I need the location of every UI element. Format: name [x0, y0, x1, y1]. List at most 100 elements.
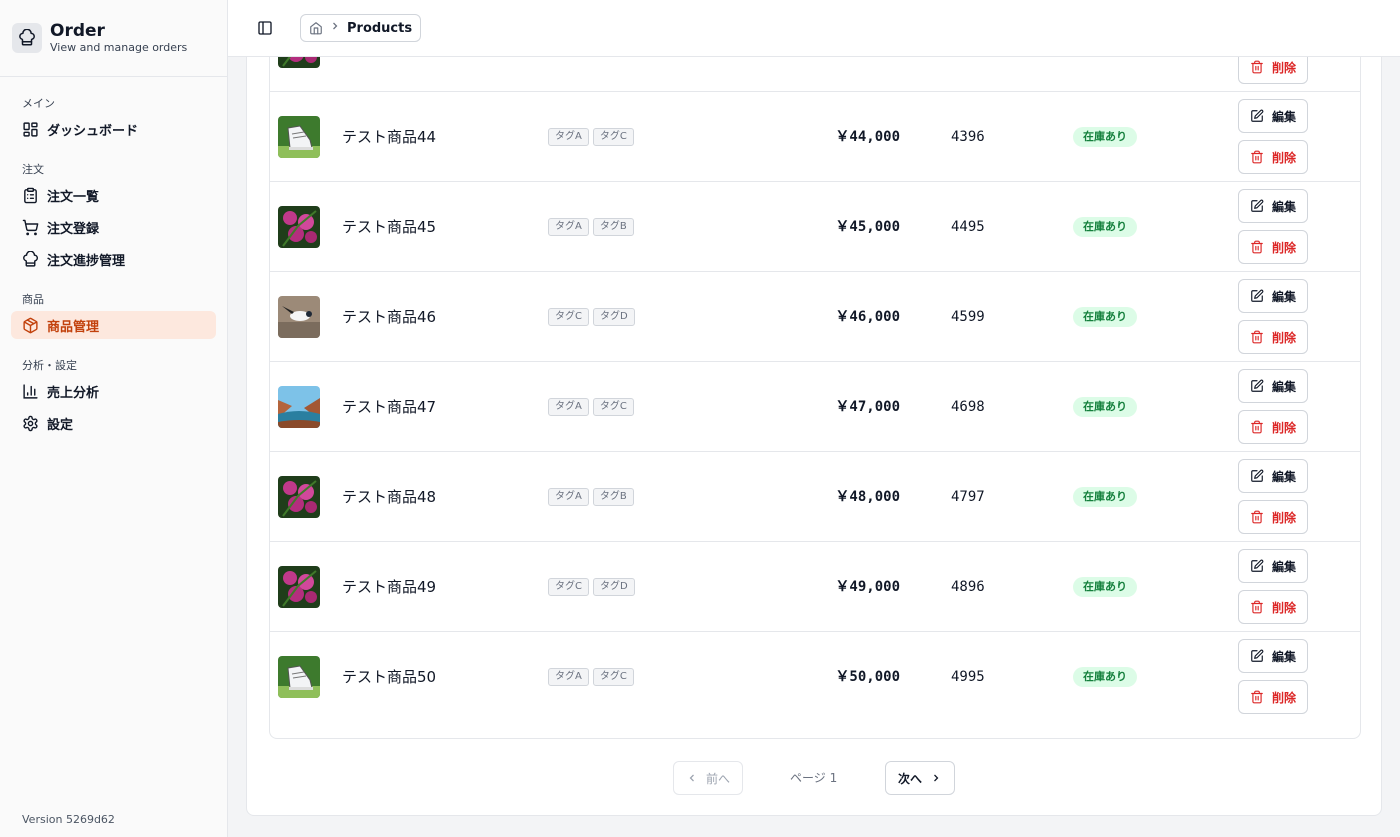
sidebar-item-sales-analysis[interactable]: 売上分析 [11, 377, 216, 405]
edit-icon [1251, 199, 1264, 212]
nav-group-main: メイン ダッシュボード [11, 95, 216, 143]
sidebar-item-order-register[interactable]: 注文登録 [11, 213, 216, 241]
edit-icon [1251, 109, 1264, 122]
product-stock: 4599 [951, 309, 985, 325]
product-thumbnail [278, 476, 320, 518]
sidebar-item-label: 商品管理 [47, 319, 100, 335]
delete-label: 削除 [1271, 60, 1296, 75]
tag-badge: タグC [592, 668, 634, 686]
product-thumbnail [278, 566, 320, 608]
delete-button[interactable]: 削除 [1238, 590, 1308, 624]
trash-icon [1251, 330, 1263, 344]
tag-badge: タグC [592, 128, 634, 146]
bar-chart-icon [23, 383, 38, 399]
edit-label: 編集 [1271, 199, 1296, 214]
breadcrumb-current: Products [347, 20, 413, 36]
sidebar-item-product-management[interactable]: 商品管理 [11, 311, 216, 339]
delete-label: 削除 [1271, 510, 1296, 525]
sidebar-item-settings[interactable]: 設定 [11, 409, 216, 437]
sidebar: Order View and manage orders メイン ダッシュボード… [0, 0, 228, 837]
product-price: ￥47,000 [835, 399, 900, 415]
page-indicator: ページ 1 [790, 771, 838, 785]
delete-button[interactable]: 削除 [1238, 500, 1308, 534]
chef-hat-icon [23, 250, 38, 267]
next-page-button[interactable]: 次へ [885, 761, 955, 795]
trash-icon [1251, 510, 1263, 524]
delete-label: 削除 [1271, 240, 1296, 255]
edit-button[interactable]: 編集 [1238, 279, 1308, 313]
delete-button[interactable]: 削除 [1238, 680, 1308, 714]
status-badge: 在庫あり [1073, 217, 1137, 237]
delete-label: 削除 [1271, 330, 1296, 345]
delete-label: 削除 [1271, 600, 1296, 615]
edit-button[interactable]: 編集 [1238, 369, 1308, 403]
gear-icon [23, 415, 38, 431]
home-icon[interactable] [309, 21, 323, 35]
table-row: テスト商品48 タグA タグB ￥48,000 4797 在庫あり 編集 削除 [270, 452, 1360, 542]
delete-button[interactable]: 削除 [1238, 320, 1308, 354]
product-price: ￥49,000 [835, 579, 900, 595]
product-tags: タグA タグC [548, 128, 634, 146]
delete-button[interactable]: 削除 [1238, 410, 1308, 444]
product-price: ￥45,000 [835, 219, 900, 235]
cart-icon [22, 219, 39, 235]
tag-badge: タグB [592, 488, 634, 506]
edit-button[interactable]: 編集 [1238, 549, 1308, 583]
chevron-left-icon [689, 774, 694, 782]
trash-icon [1251, 240, 1263, 254]
sidebar-item-dashboard[interactable]: ダッシュボード [11, 115, 216, 143]
sidebar-item-label: 売上分析 [47, 385, 100, 401]
edit-button[interactable]: 編集 [1238, 639, 1308, 673]
panel-left-icon [258, 21, 272, 35]
product-tags: タグA タグC [548, 668, 634, 686]
nav-group-label: メイン [22, 97, 55, 110]
product-thumbnail [278, 386, 320, 428]
product-stock: 4698 [951, 399, 985, 415]
nav-group-products: 商品 商品管理 [11, 291, 216, 339]
tag-badge: タグA [548, 488, 589, 506]
sidebar-nav: メイン ダッシュボード 注文 注文一覧 注文登録 注文進捗管理 商品 商品管理 … [0, 95, 227, 437]
products-table: テスト商品43タグCタグD￥43,0004297在庫あり編集削除テスト商品44タ… [269, 18, 1361, 739]
product-stock: 4396 [951, 129, 985, 145]
chevron-right-icon [934, 774, 939, 782]
breadcrumb: Products [300, 14, 422, 42]
tag-badge: タグA [548, 128, 589, 146]
product-name: テスト商品44 [342, 128, 437, 146]
edit-button[interactable]: 編集 [1238, 99, 1308, 133]
delete-button[interactable]: 削除 [1238, 140, 1308, 174]
brand[interactable]: Order View and manage orders [0, 0, 227, 77]
table-row: テスト商品49 タグC タグD ￥49,000 4896 在庫あり 編集 削除 [270, 542, 1360, 632]
tag-badge: タグA [548, 668, 589, 686]
tag-badge: タグB [592, 218, 634, 236]
top-header: Products [228, 0, 1400, 57]
product-price: ￥48,000 [835, 489, 900, 505]
edit-icon [1251, 559, 1264, 572]
sidebar-item-order-list[interactable]: 注文一覧 [11, 181, 216, 209]
tag-badge: タグC [592, 398, 634, 416]
product-tags: タグA タグB [548, 488, 634, 506]
edit-label: 編集 [1271, 649, 1296, 664]
sidebar-item-label: 設定 [47, 417, 74, 433]
nav-group-analytics: 分析・設定 売上分析 設定 [11, 357, 216, 437]
chevron-right-icon [329, 20, 341, 36]
delete-label: 削除 [1271, 420, 1296, 435]
edit-label: 編集 [1271, 109, 1296, 124]
product-tags: タグCタグD [548, 578, 635, 596]
next-page-label: 次へ [897, 771, 922, 786]
sidebar-toggle-button[interactable] [255, 18, 275, 38]
delete-button[interactable]: 削除 [1238, 230, 1308, 264]
product-name: テスト商品46 [342, 308, 437, 326]
trash-icon [1251, 690, 1263, 704]
edit-label: 編集 [1271, 469, 1296, 484]
sidebar-item-order-progress[interactable]: 注文進捗管理 [11, 245, 216, 273]
edit-button[interactable]: 編集 [1238, 459, 1308, 493]
table-row: テスト商品47 タグA タグC ￥47,000 4698 在庫あり 編集 削除 [270, 362, 1360, 452]
product-stock: 4797 [951, 489, 985, 505]
tag-badge: タグC [548, 578, 589, 596]
prev-page-button[interactable]: 前へ [673, 761, 743, 795]
brand-subtitle: View and manage orders [50, 41, 188, 54]
product-price: ￥44,000 [835, 129, 900, 145]
product-stock: 4495 [951, 219, 985, 235]
edit-icon [1251, 379, 1264, 392]
edit-button[interactable]: 編集 [1238, 189, 1308, 223]
